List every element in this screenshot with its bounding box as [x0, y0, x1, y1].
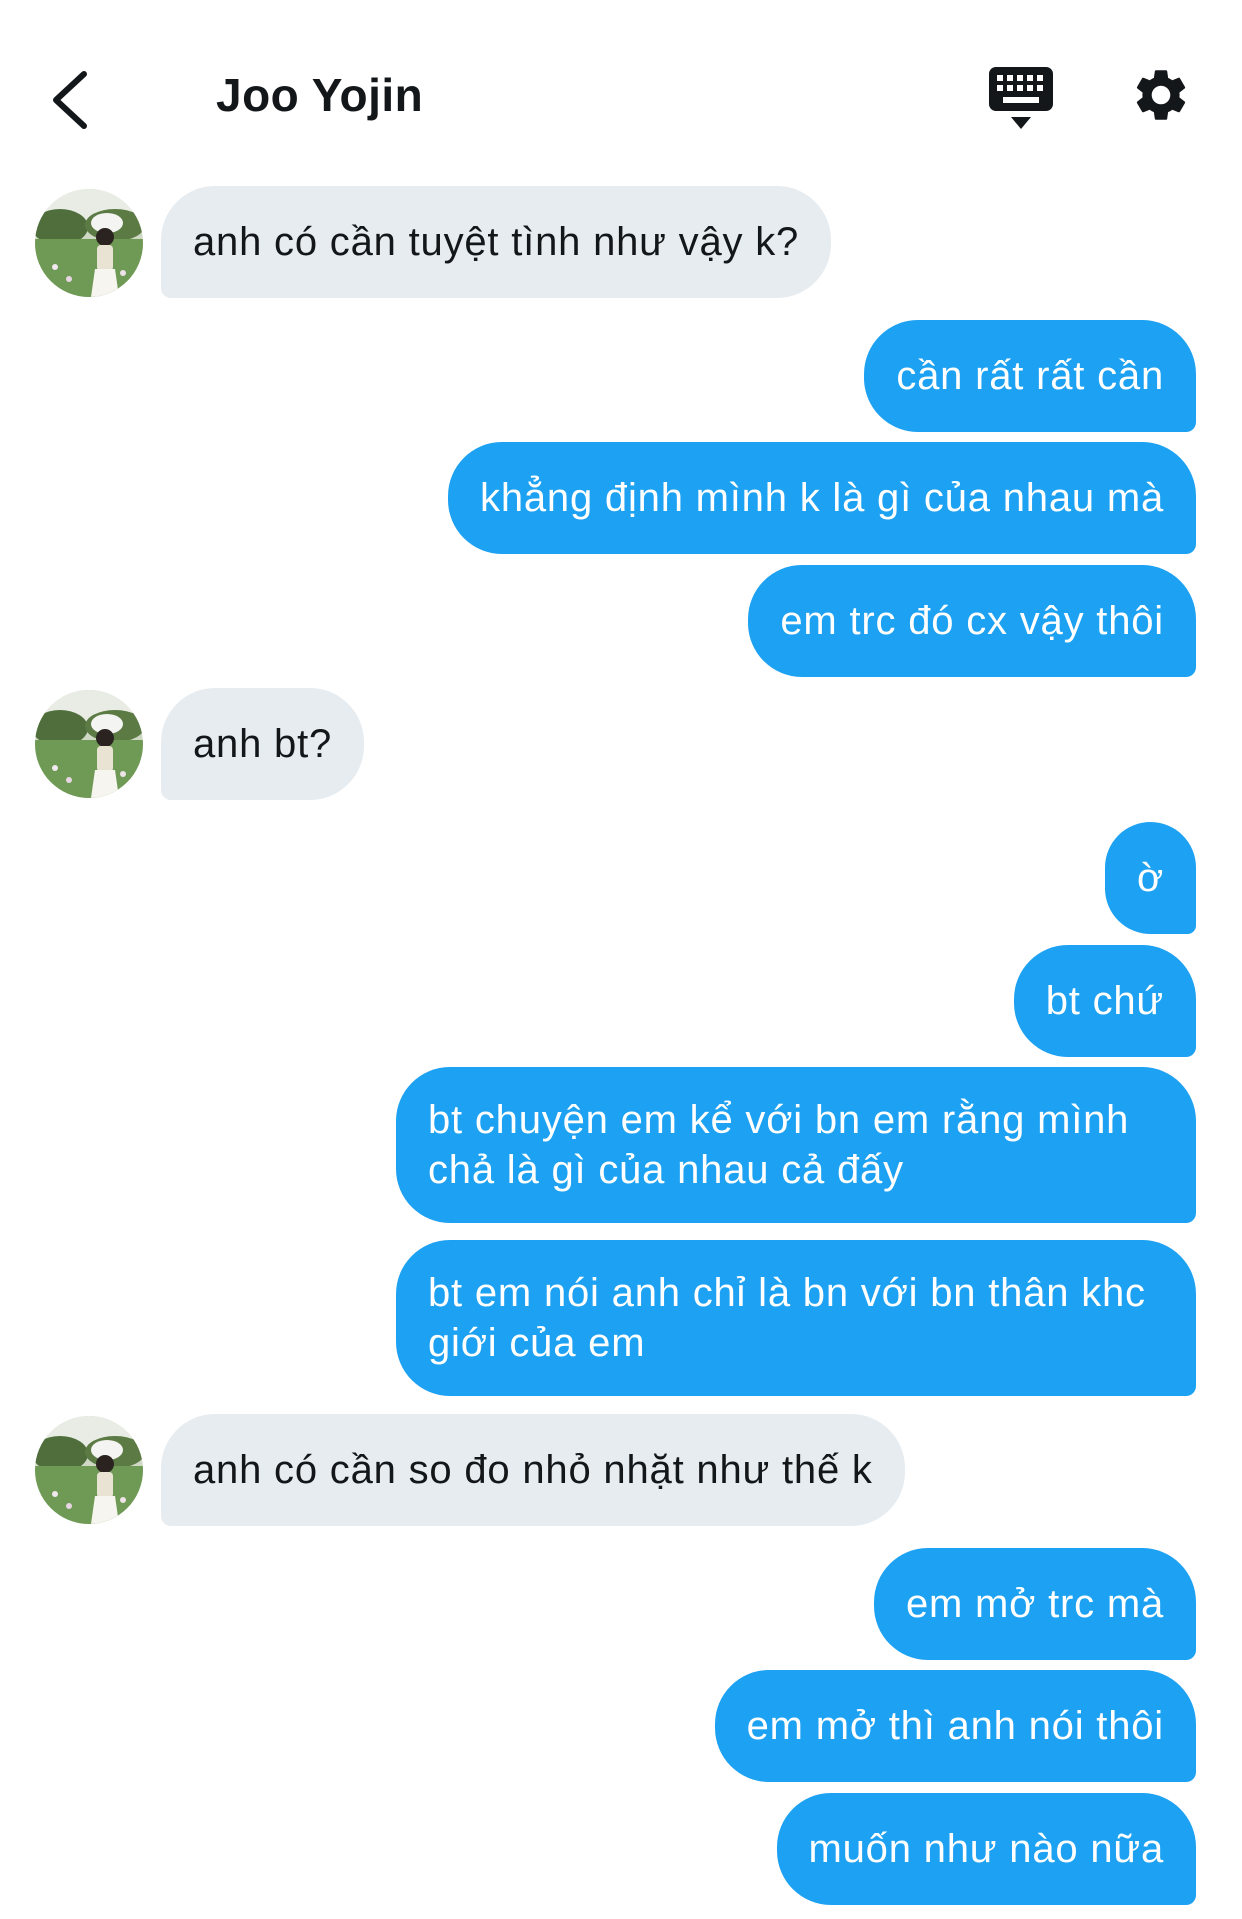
avatar[interactable] — [35, 189, 143, 297]
message-bubble-outgoing[interactable]: bt chuyện em kể với bn em rằng mình chả … — [396, 1067, 1196, 1223]
message-bubble-outgoing[interactable]: bt em nói anh chỉ là bn với bn thân khc … — [396, 1240, 1196, 1396]
avatar[interactable] — [35, 690, 143, 798]
avatar[interactable] — [35, 1416, 143, 1524]
message-bubble-outgoing[interactable]: khẳng định mình k là gì của nhau mà — [448, 442, 1196, 554]
chat-header: Joo Yojin — [0, 0, 1242, 170]
message-bubble-outgoing[interactable]: em trc đó cx vậy thôi — [748, 565, 1196, 677]
message-bubble-incoming[interactable]: anh có cần tuyệt tình như vậy k? — [161, 186, 832, 298]
message-bubble-outgoing[interactable]: em mở trc mà — [873, 1548, 1196, 1660]
keyboard-button[interactable] — [986, 64, 1056, 132]
settings-button[interactable] — [1130, 64, 1192, 126]
message-bubble-incoming[interactable]: anh bt? — [161, 688, 365, 800]
gear-icon — [1136, 70, 1186, 120]
contact-name[interactable]: Joo Yojin — [216, 68, 423, 122]
message-bubble-outgoing[interactable]: em mở thì anh nói thôi — [714, 1670, 1196, 1782]
contact-avatar-image — [35, 690, 143, 798]
back-button[interactable] — [40, 60, 100, 140]
message-bubble-incoming[interactable]: anh có cần so đo nhỏ nhặt như thế k — [161, 1414, 905, 1526]
keyboard-icon — [989, 67, 1053, 129]
contact-avatar-image — [35, 189, 143, 297]
message-bubble-outgoing[interactable]: bt chứ — [1013, 945, 1196, 1057]
message-bubble-outgoing[interactable]: cần rất rất cần — [864, 320, 1196, 432]
chevron-left-icon — [53, 71, 87, 129]
message-bubble-outgoing[interactable]: ờ — [1104, 822, 1196, 934]
message-bubble-outgoing[interactable]: muốn như nào nữa — [776, 1793, 1196, 1905]
contact-avatar-image — [35, 1416, 143, 1524]
